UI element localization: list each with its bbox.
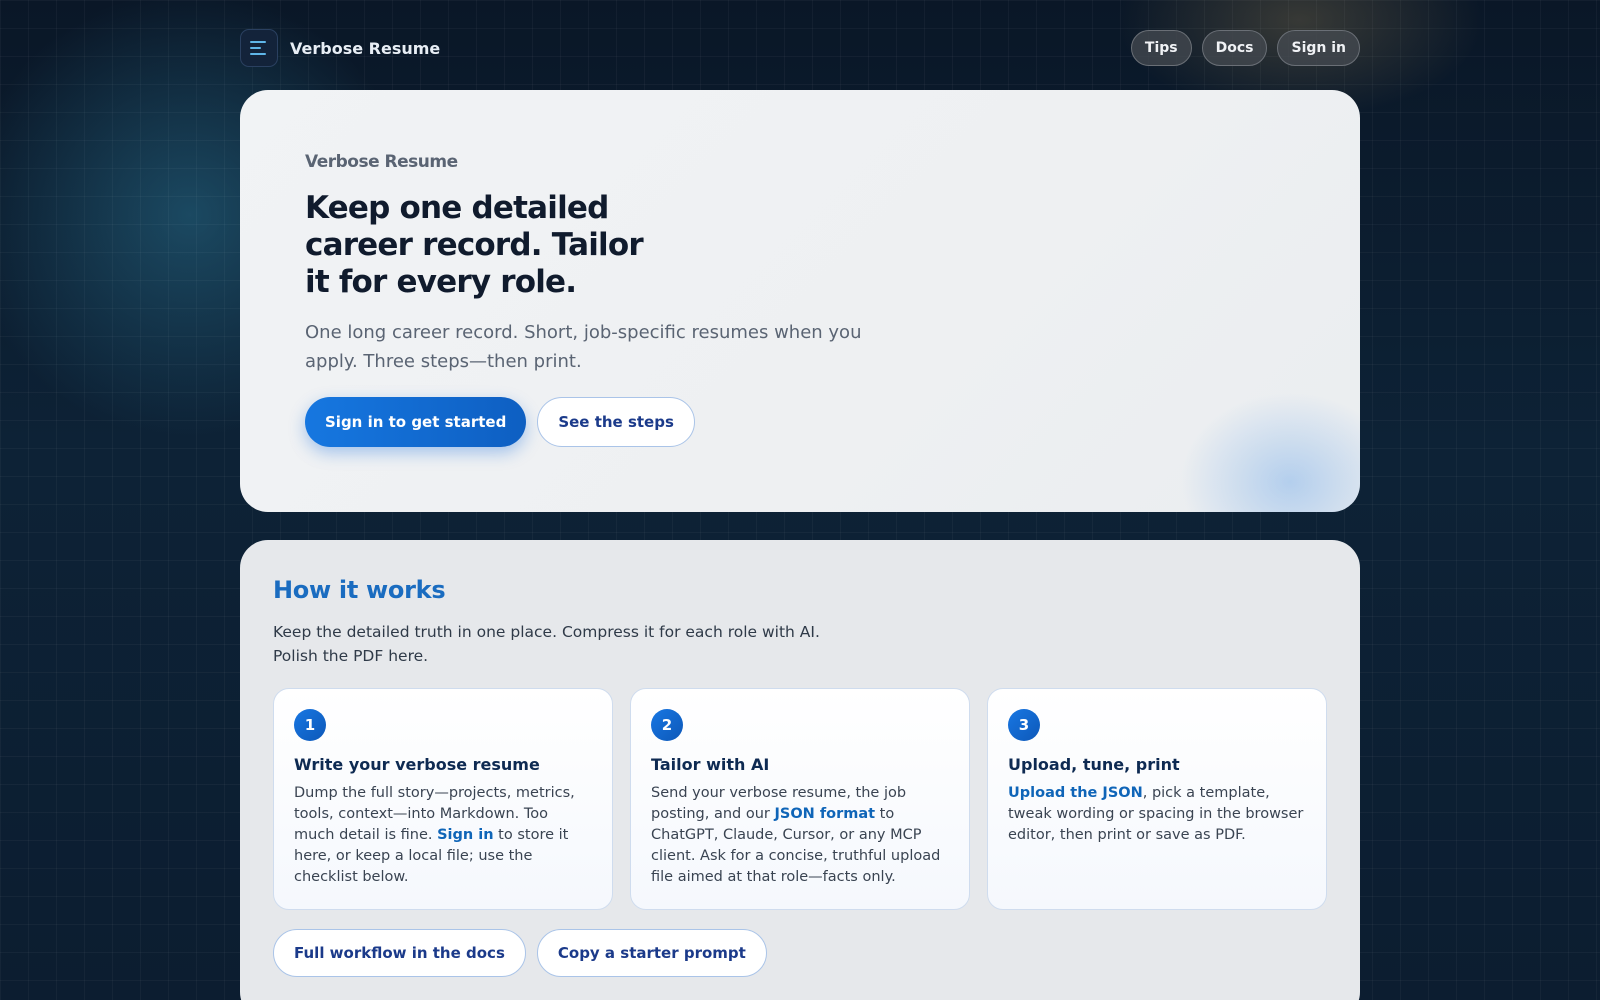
hero-title: Keep one detailed career record. Tailor … bbox=[305, 190, 644, 300]
top-nav: Tips Docs Sign in bbox=[1130, 30, 1360, 66]
menu-button[interactable] bbox=[240, 29, 278, 67]
top-bar: Verbose Resume Tips Docs Sign in bbox=[240, 29, 1360, 67]
step-card-2: 2 Tailor with AI Send your verbose resum… bbox=[630, 688, 970, 910]
how-it-works-subtitle: Keep the detailed truth in one place. Co… bbox=[273, 623, 820, 665]
steps: 1 Write your verbose resume Dump the ful… bbox=[273, 688, 1327, 910]
copy-starter-prompt-button[interactable]: Copy a starter prompt bbox=[536, 929, 767, 977]
step-number-badge: 2 bbox=[651, 709, 683, 741]
step-text: Dump the full story—projects, metrics, t… bbox=[294, 783, 592, 888]
brand: Verbose Resume bbox=[240, 29, 440, 67]
how-it-works-actions: Full workflow in the docs Copy a starter… bbox=[273, 929, 767, 977]
nav-tips[interactable]: Tips bbox=[1130, 30, 1192, 66]
sign-in-link[interactable]: Sign in bbox=[437, 827, 493, 843]
how-it-works-section: How it works Keep the detailed truth in … bbox=[240, 540, 1360, 1000]
hamburger-menu-icon bbox=[250, 41, 266, 55]
see-the-steps-button[interactable]: See the steps bbox=[537, 397, 695, 447]
brand-name[interactable]: Verbose Resume bbox=[290, 39, 440, 58]
hero-subtitle: One long career record. Short, job-speci… bbox=[305, 322, 862, 372]
upload-the-json-link[interactable]: Upload the JSON bbox=[1008, 785, 1143, 801]
step-title: Upload, tune, print bbox=[1008, 755, 1180, 774]
step-title: Tailor with AI bbox=[651, 755, 770, 774]
hero-glow bbox=[1180, 392, 1360, 512]
json-format-link[interactable]: JSON format bbox=[774, 806, 875, 822]
step-card-3: 3 Upload, tune, print Upload the JSON, p… bbox=[987, 688, 1327, 910]
step-card-1: 1 Write your verbose resume Dump the ful… bbox=[273, 688, 613, 910]
nav-docs[interactable]: Docs bbox=[1201, 30, 1268, 66]
nav-sign-in[interactable]: Sign in bbox=[1277, 30, 1360, 66]
hero-eyebrow: Verbose Resume bbox=[305, 152, 458, 172]
step-number-badge: 1 bbox=[294, 709, 326, 741]
how-it-works-title: How it works bbox=[273, 576, 446, 604]
full-workflow-docs-button[interactable]: Full workflow in the docs bbox=[273, 929, 526, 977]
step-text: Upload the JSON, pick a template, tweak … bbox=[1008, 783, 1306, 846]
step-text: Send your verbose resume, the job postin… bbox=[651, 783, 949, 888]
step-number-badge: 3 bbox=[1008, 709, 1040, 741]
step-title: Write your verbose resume bbox=[294, 755, 540, 774]
sign-in-to-get-started-button[interactable]: Sign in to get started bbox=[305, 397, 527, 447]
hero-actions: Sign in to get started See the steps bbox=[305, 397, 695, 447]
hero-card: Verbose Resume Keep one detailed career … bbox=[240, 90, 1360, 512]
